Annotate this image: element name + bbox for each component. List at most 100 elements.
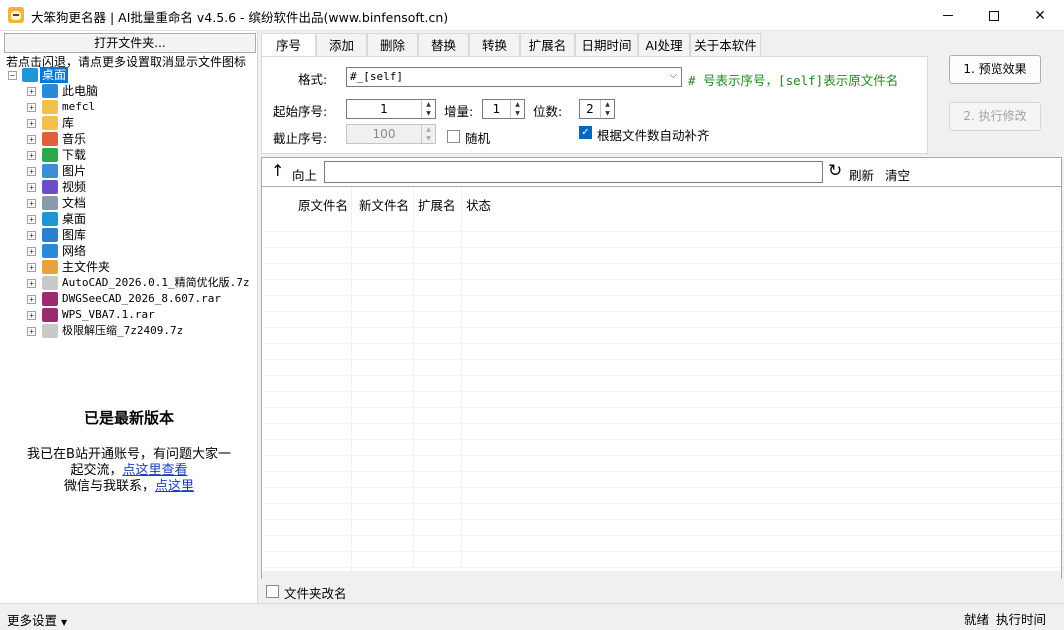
start-value: 1 [380, 102, 388, 116]
start-number-spinner[interactable]: 1 ▲ ▼ [346, 99, 436, 119]
tree-item[interactable]: + 图片 [0, 163, 258, 179]
column-header-new-name[interactable]: 新文件名 [359, 195, 409, 214]
tree-item[interactable]: + WPS_VBA7.1.rar [0, 307, 258, 323]
list-horizontal-scrollbar[interactable] [262, 571, 1061, 579]
video-icon [42, 180, 58, 194]
title-bar: 大笨狗更名器 | AI批量重命名 v4.5.6 - 缤纷软件出品(www.bin… [0, 0, 1064, 31]
path-input[interactable] [324, 161, 823, 183]
format-label: 格式: [298, 72, 328, 87]
expand-icon[interactable]: + [27, 199, 36, 208]
rar-archive-icon [42, 308, 58, 322]
tree-item[interactable]: + 音乐 [0, 131, 258, 147]
up-button[interactable]: 向上 [292, 165, 317, 184]
tree-item[interactable]: + 图库 [0, 227, 258, 243]
expand-icon[interactable]: + [27, 151, 36, 160]
computer-icon [42, 84, 58, 98]
grid-line [262, 231, 1061, 232]
grid-line [262, 311, 1061, 312]
close-button[interactable]: ✕ [1017, 0, 1063, 31]
tree-item-label: 库 [62, 116, 75, 130]
spinner-arrows-icon[interactable]: ▲ ▼ [510, 100, 524, 118]
tab-datetime[interactable]: 日期时间 [575, 33, 638, 57]
tree-item-label: mefcl [62, 100, 96, 113]
tree-item[interactable]: + 下载 [0, 147, 258, 163]
network-icon [42, 244, 58, 258]
tab-delete[interactable]: 删除 [367, 33, 418, 57]
expand-icon[interactable]: + [27, 247, 36, 256]
format-value: #_[self] [350, 70, 403, 83]
tab-about[interactable]: 关于本软件 [690, 33, 761, 57]
grid-line [262, 407, 1061, 408]
tree-item[interactable]: + 此电脑 [0, 83, 258, 99]
tab-extension[interactable]: 扩展名 [520, 33, 575, 57]
expand-icon[interactable]: + [27, 215, 36, 224]
wechat-link[interactable]: 点这里 [155, 479, 194, 494]
collapse-icon[interactable]: − [8, 71, 17, 80]
column-header-extension[interactable]: 扩展名 [418, 195, 456, 214]
minimize-button[interactable] [925, 0, 971, 31]
tab-sequence[interactable]: 序号 [261, 33, 316, 58]
expand-icon[interactable]: + [27, 135, 36, 144]
format-combobox[interactable]: #_[self] ⌵ [346, 67, 682, 87]
open-folder-button[interactable]: 打开文件夹... [4, 33, 256, 53]
digits-spinner[interactable]: 2 ▲ ▼ [579, 99, 615, 119]
tree-item-label: WPS_VBA7.1.rar [62, 308, 155, 321]
tree-item[interactable]: + 视频 [0, 179, 258, 195]
7z-archive-icon [42, 276, 58, 290]
tree-item[interactable]: + 极限解压缩_7z2409.7z [0, 323, 258, 339]
column-divider [413, 187, 414, 578]
maximize-button[interactable] [971, 0, 1017, 31]
step-spinner[interactable]: 1 ▲ ▼ [482, 99, 525, 119]
tree-item-label: 视频 [62, 180, 87, 194]
expand-icon[interactable]: + [27, 327, 36, 336]
expand-icon[interactable]: + [27, 279, 36, 288]
expand-icon[interactable]: + [27, 263, 36, 272]
expand-icon[interactable]: + [27, 167, 36, 176]
grid-line [262, 519, 1061, 520]
file-list[interactable]: 原文件名 新文件名 扩展名 状态 [261, 187, 1062, 579]
tree-item[interactable]: + 文档 [0, 195, 258, 211]
spinner-arrows-icon[interactable]: ▲ ▼ [600, 100, 614, 118]
expand-icon[interactable]: + [27, 311, 36, 320]
spinner-arrows-icon[interactable]: ▲ ▼ [421, 100, 435, 118]
chevron-down-icon[interactable]: ⌵ [669, 70, 677, 81]
tree-item[interactable]: + 桌面 [0, 211, 258, 227]
tab-add[interactable]: 添加 [316, 33, 367, 57]
expand-icon[interactable]: + [27, 103, 36, 112]
desktop-icon [22, 68, 38, 82]
7z-archive-icon [42, 324, 58, 338]
refresh-icon[interactable]: ↻ [828, 161, 842, 181]
tree-item[interactable]: + 网络 [0, 243, 258, 259]
grid-line [262, 439, 1061, 440]
execute-button[interactable]: 2. 执行修改 [949, 102, 1041, 131]
clear-button[interactable]: 清空 [885, 165, 910, 184]
grid-line [262, 359, 1061, 360]
tree-root-label: 桌面 [40, 67, 69, 83]
preview-button[interactable]: 1. 预览效果 [949, 55, 1041, 84]
expand-icon[interactable]: + [27, 231, 36, 240]
tree-item[interactable]: + mefcl [0, 99, 258, 115]
expand-icon[interactable]: + [27, 183, 36, 192]
column-header-status[interactable]: 状态 [466, 195, 491, 214]
tree-item[interactable]: + 主文件夹 [0, 259, 258, 275]
expand-icon[interactable]: + [27, 119, 36, 128]
column-header-original-name[interactable]: 原文件名 [298, 195, 348, 214]
refresh-button[interactable]: 刷新 [849, 165, 874, 184]
expand-icon[interactable]: + [27, 295, 36, 304]
tree-root-desktop[interactable]: − 桌面 [0, 67, 258, 83]
tree-item[interactable]: + 库 [0, 115, 258, 131]
info-line-3: 微信与我联系，点这里 [0, 475, 258, 494]
auto-pad-checkbox[interactable]: ✓ [579, 126, 592, 139]
tree-item-label: DWGSeeCAD_2026_8.607.rar [62, 292, 221, 305]
arrow-up-icon[interactable]: ↑ [271, 161, 284, 180]
expand-icon[interactable]: + [27, 87, 36, 96]
tab-ai[interactable]: AI处理 [638, 33, 690, 57]
grid-line [262, 279, 1061, 280]
tab-replace[interactable]: 替换 [418, 33, 469, 57]
random-checkbox[interactable] [447, 130, 460, 143]
tree-item[interactable]: + DWGSeeCAD_2026_8.607.rar [0, 291, 258, 307]
tab-convert[interactable]: 转换 [469, 33, 520, 57]
folder-rename-checkbox[interactable] [266, 585, 279, 598]
more-settings-button[interactable]: 更多设置 ▼ [7, 610, 67, 629]
tree-item[interactable]: + AutoCAD_2026.0.1_精简优化版.7z [0, 275, 258, 291]
